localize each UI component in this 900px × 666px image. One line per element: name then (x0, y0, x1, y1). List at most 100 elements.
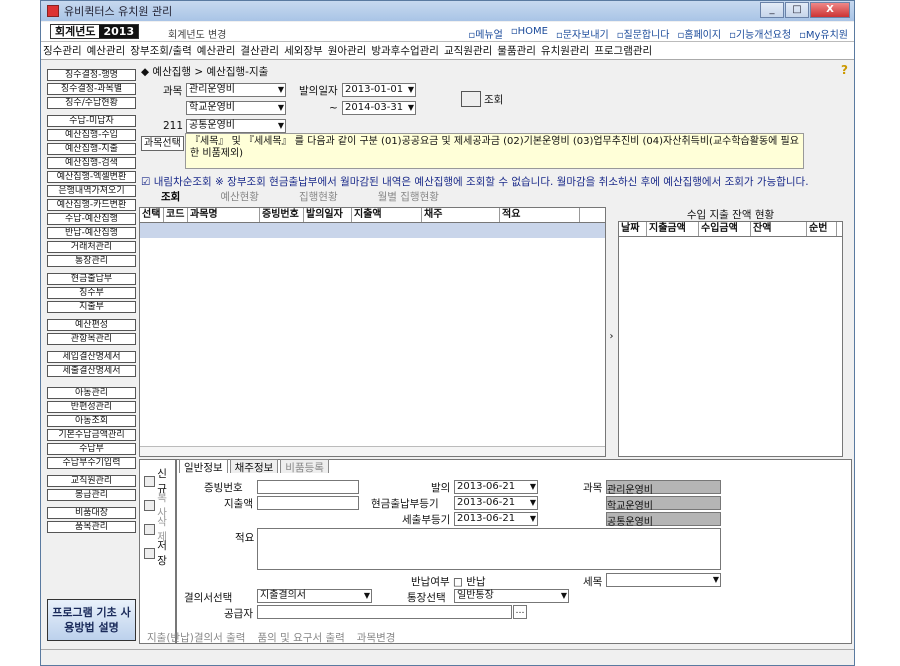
sidebar-item-8[interactable]: 은행내역가져오기 (47, 185, 136, 197)
sidebar-item-13[interactable]: 통장관리 (47, 255, 136, 267)
minimize-button[interactable]: _ (760, 2, 784, 18)
balance-col-4[interactable]: 순번 (807, 222, 837, 236)
horizontal-scrollbar[interactable] (140, 446, 605, 456)
top-link-1[interactable]: ▫HOME (511, 26, 548, 41)
sidebar-item-5[interactable]: 예산집행-지출 (47, 143, 136, 155)
menu-item-4[interactable]: 결산관리 (240, 43, 279, 58)
menu-item-2[interactable]: 장부조회/출력 (130, 43, 192, 58)
selected-row[interactable] (140, 223, 605, 238)
sidebar-item-10[interactable]: 수납-예산집행 (47, 213, 136, 225)
menu-item-11[interactable]: 프로그램관리 (594, 43, 652, 58)
balance-grid[interactable]: 날짜 지출금액 수입금액 잔액 순번 (618, 221, 843, 457)
grid-col-7[interactable]: 적요 (500, 208, 580, 222)
semok-select[interactable]: ▼ (606, 573, 721, 587)
footer-action-2[interactable]: 과목변경 (357, 630, 396, 645)
grid-col-0[interactable]: 선택 (140, 208, 164, 222)
tax-date[interactable]: 2013-06-21 ▼ (454, 512, 538, 526)
issue-date[interactable]: 2013-06-21 ▼ (454, 480, 538, 494)
expense-input[interactable] (257, 496, 359, 510)
balance-col-0[interactable]: 날짜 (619, 222, 647, 236)
menu-item-6[interactable]: 원아관리 (328, 43, 367, 58)
menu-item-1[interactable]: 예산관리 (87, 43, 126, 58)
bank-select[interactable]: 일반통장 ▼ (454, 589, 569, 603)
subject-select-1[interactable]: 관리운영비 ▼ (186, 83, 286, 97)
close-button[interactable]: X (810, 2, 850, 18)
refund-checkbox[interactable]: 반납여부 □ 반납 (411, 574, 486, 589)
detail-tab-1[interactable]: 채주정보 (229, 459, 279, 474)
year-change-link[interactable]: 회계년도 변경 (168, 26, 226, 41)
sidebar-item-0[interactable]: 징수결정-행명 (47, 69, 136, 81)
grid-col-6[interactable]: 채주 (422, 208, 500, 222)
help-question-icon[interactable]: ? (841, 63, 848, 77)
sidebar-item-20[interactable]: 세출결산명세서 (47, 365, 136, 377)
sidebar-item-7[interactable]: 예산집행-엑셀변환 (47, 171, 136, 183)
balance-col-1[interactable]: 지출금액 (647, 222, 699, 236)
supplier-browse-button[interactable]: … (513, 605, 527, 619)
supplier-input[interactable] (257, 605, 512, 619)
sidebar-item-3[interactable]: 수납-미납자 (47, 115, 136, 127)
sidebar-item-24[interactable]: 기본수납금액관리 (47, 429, 136, 441)
tab-2[interactable]: 집행현황 (279, 189, 358, 204)
subject-select-2[interactable]: 학교운영비 ▼ (186, 101, 286, 115)
grid-col-4[interactable]: 발의일자 (304, 208, 352, 222)
grid-col-5[interactable]: 지출액 (352, 208, 422, 222)
sidebar-item-15[interactable]: 징수부 (47, 287, 136, 299)
select-subject-button[interactable]: 과목선택 (141, 136, 184, 151)
desc-order-notice[interactable]: ☑ 내림차순조회 ※ 장부조회 현금출납부에서 월마감된 내역은 예산집행에 조… (141, 174, 809, 189)
sidebar-item-30[interactable]: 품목관리 (47, 521, 136, 533)
search-button[interactable]: 조회 (461, 91, 503, 107)
sidebar-item-4[interactable]: 예산집행-수입 (47, 129, 136, 141)
date-from[interactable]: 2013-01-01 ▼ (342, 83, 416, 97)
balance-col-3[interactable]: 잔액 (751, 222, 807, 236)
grid-col-2[interactable]: 과목명 (188, 208, 260, 222)
resolution-select[interactable]: 지출결의서 ▼ (257, 589, 372, 603)
top-link-3[interactable]: ▫질문합니다 (617, 26, 670, 41)
footer-action-1[interactable]: 품의 및 요구서 출력 (257, 630, 344, 645)
menu-item-8[interactable]: 교직원관리 (444, 43, 492, 58)
menu-item-5[interactable]: 세외장부 (284, 43, 323, 58)
menu-item-3[interactable]: 예산관리 (197, 43, 236, 58)
sidebar-item-11[interactable]: 반납-예산집행 (47, 227, 136, 239)
date-to[interactable]: 2014-03-31 ▼ (342, 101, 416, 115)
sidebar-item-18[interactable]: 관항목관리 (47, 333, 136, 345)
menu-item-0[interactable]: 징수관리 (43, 43, 82, 58)
detail-tab-0[interactable]: 일반정보 (179, 459, 228, 474)
tab-1[interactable]: 예산현황 (200, 189, 279, 204)
sidebar-item-27[interactable]: 교직원관리 (47, 475, 136, 487)
sidebar-item-2[interactable]: 징수/수납현황 (47, 97, 136, 109)
sidebar-item-16[interactable]: 지출부 (47, 301, 136, 313)
menu-item-9[interactable]: 물품관리 (497, 43, 536, 58)
sidebar-item-22[interactable]: 반편성관리 (47, 401, 136, 413)
tab-3[interactable]: 월별 집행현황 (358, 189, 459, 204)
tab-0[interactable]: 조회 (141, 189, 200, 204)
voucher-input[interactable] (257, 480, 359, 494)
top-link-6[interactable]: ▫My유치원 (799, 26, 848, 41)
maximize-button[interactable]: □ (785, 2, 809, 18)
help-button[interactable]: 프로그램 기초 사용방법 설명 (47, 599, 136, 641)
top-link-4[interactable]: ▫홈페이지 (678, 26, 722, 41)
balance-col-2[interactable]: 수입금액 (699, 222, 751, 236)
grid-col-1[interactable]: 코드 (164, 208, 188, 222)
tool-3[interactable]: 저장 (144, 538, 175, 568)
sidebar-item-12[interactable]: 거래처관리 (47, 241, 136, 253)
top-link-0[interactable]: ▫메뉴얼 (468, 26, 502, 41)
sidebar-item-23[interactable]: 아동조회 (47, 415, 136, 427)
footer-action-0[interactable]: 지출(반납)결의서 출력 (147, 630, 245, 645)
memo-input[interactable] (257, 528, 721, 570)
top-link-2[interactable]: ▫문자보내기 (556, 26, 609, 41)
sidebar-item-28[interactable]: 봉급관리 (47, 489, 136, 501)
menu-item-7[interactable]: 방과후수업관리 (371, 43, 439, 58)
sidebar-item-14[interactable]: 현금출납부 (47, 273, 136, 285)
top-link-5[interactable]: ▫기능개선요청 (729, 26, 791, 41)
menu-item-10[interactable]: 유치원관리 (541, 43, 589, 58)
sidebar-item-26[interactable]: 수납부수기입력 (47, 457, 136, 469)
sidebar-item-29[interactable]: 비품대장 (47, 507, 136, 519)
sidebar-item-1[interactable]: 징수결정-과목별 (47, 83, 136, 95)
grid-col-3[interactable]: 증빙번호 (260, 208, 304, 222)
detail-tab-2[interactable]: 비품등록 (280, 459, 329, 474)
splitter-icon[interactable]: › (608, 207, 615, 457)
sidebar-item-17[interactable]: 예산편성 (47, 319, 136, 331)
sidebar-item-25[interactable]: 수납부 (47, 443, 136, 455)
subject-select-3[interactable]: 공통운영비 ▼ (186, 119, 286, 133)
sidebar-item-9[interactable]: 예산집행-카드변환 (47, 199, 136, 211)
